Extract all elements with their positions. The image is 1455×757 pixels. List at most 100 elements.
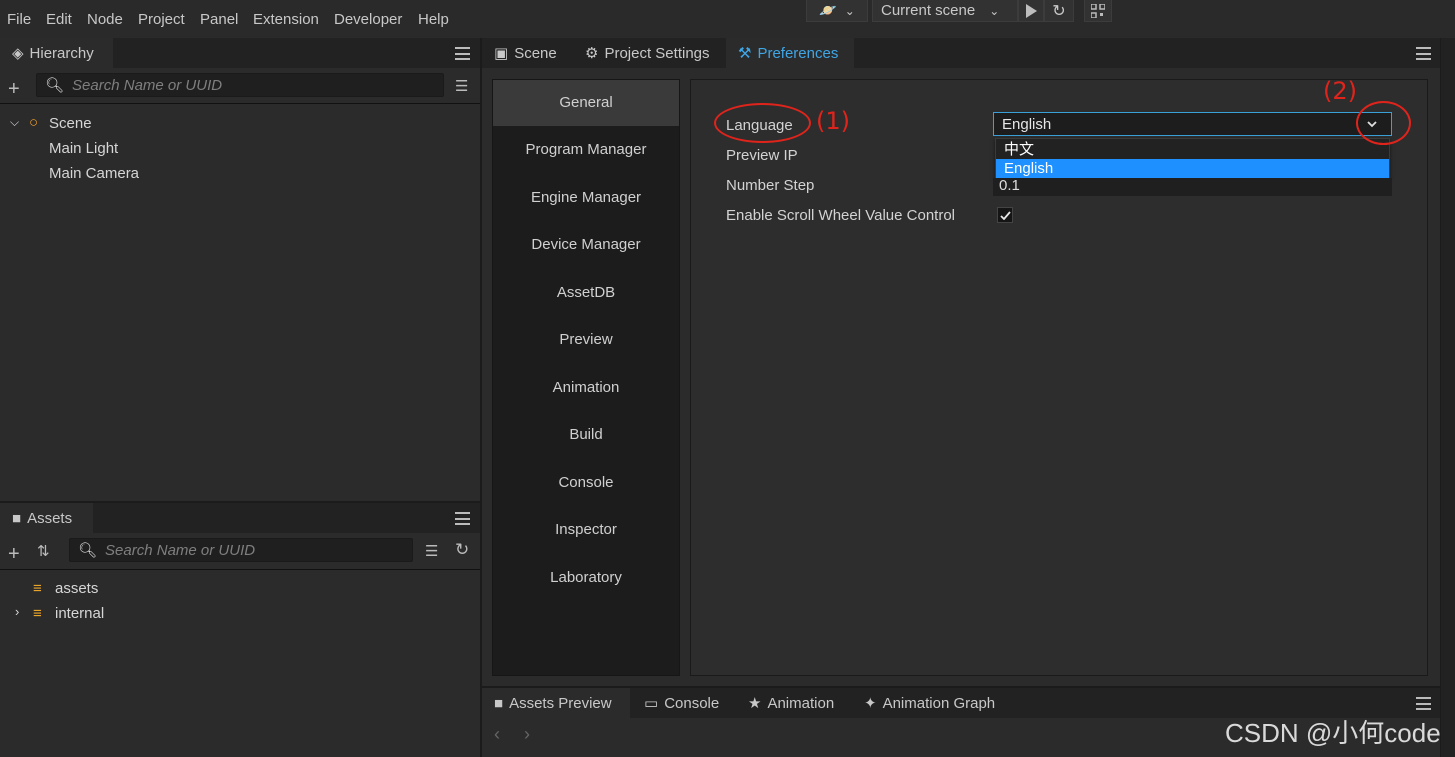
nav-preview[interactable]: Preview xyxy=(493,317,679,363)
search-icon: 🔍︎ xyxy=(78,542,98,559)
hierarchy-search-input[interactable] xyxy=(70,75,433,95)
nav-engine-manager[interactable]: Engine Manager xyxy=(493,175,679,221)
tab-project-settings-label: Project Settings xyxy=(604,44,710,62)
refresh-icon: ↻ xyxy=(1052,2,1066,20)
tab-console-label: Console xyxy=(664,694,720,712)
menu-bar: File Edit Node Project Panel Extension D… xyxy=(0,0,1455,38)
menu-developer[interactable]: Developer xyxy=(334,11,402,28)
tab-assets-label: Assets xyxy=(27,509,73,527)
tab-assets-preview[interactable]: ■ Assets Preview xyxy=(482,688,630,718)
center-tabstrip: ▣ Scene ⚙︎ Project Settings ⚒︎ Preferenc… xyxy=(482,38,1440,68)
scroll-wheel-checkbox[interactable] xyxy=(997,207,1013,223)
refresh-button[interactable]: ↻ xyxy=(1044,0,1074,22)
nav-assetdb[interactable]: AssetDB xyxy=(493,270,679,316)
tab-preferences[interactable]: ⚒︎ Preferences xyxy=(726,38,854,68)
panel-menu-icon[interactable] xyxy=(1416,697,1431,710)
language-select-value: English xyxy=(1002,116,1052,133)
panel-menu-icon[interactable] xyxy=(455,512,470,525)
menu-file[interactable]: File xyxy=(7,11,31,28)
menu-help[interactable]: Help xyxy=(418,11,449,28)
tab-hierarchy-label: Hierarchy xyxy=(29,44,94,62)
tree-item-main-camera[interactable]: Main Camera xyxy=(49,165,139,182)
back-arrow-icon[interactable]: ‹ xyxy=(494,724,500,745)
tab-console[interactable]: ▭ Console xyxy=(632,688,734,718)
tree-item-main-light[interactable]: Main Light xyxy=(49,140,118,157)
menu-panel[interactable]: Panel xyxy=(200,11,238,28)
tools-icon: ⚒︎ xyxy=(738,45,752,62)
terminal-icon: ▭ xyxy=(644,695,659,712)
tree-item-assets[interactable]: assets xyxy=(55,580,98,597)
gear-icon: ⚙︎ xyxy=(585,45,599,62)
folder-icon: ■ xyxy=(12,509,22,527)
qrcode-icon xyxy=(1091,3,1105,18)
assets-search[interactable]: 🔍︎ xyxy=(69,538,413,562)
hierarchy-tabstrip: ◈ Hierarchy xyxy=(0,38,480,68)
tab-assets-preview-label: Assets Preview xyxy=(509,694,612,712)
nav-build[interactable]: Build xyxy=(493,412,679,458)
language-option-en[interactable]: English xyxy=(996,159,1389,178)
nav-device-manager[interactable]: Device Manager xyxy=(493,222,679,268)
checkmark-icon xyxy=(999,210,1011,220)
add-asset-icon[interactable]: + xyxy=(8,543,20,566)
assets-panel: ■ Assets + ⇅ 🔍︎ ☰ ↻ ≡ assets › ≡ interna… xyxy=(0,503,480,757)
annotation-label-2: (2) xyxy=(1323,77,1357,105)
planet-icon: 🪐 xyxy=(819,2,837,18)
scene-select-label: Current scene xyxy=(881,2,976,19)
play-icon xyxy=(1026,3,1037,18)
scene-select[interactable]: Current scene ⌄ xyxy=(872,0,1018,22)
folder-icon: ■ xyxy=(494,694,504,712)
nav-general[interactable]: General xyxy=(493,80,679,126)
tab-assets[interactable]: ■ Assets xyxy=(0,503,93,533)
preferences-nav: General Program Manager Engine Manager D… xyxy=(492,79,680,676)
tab-animation[interactable]: ★ Animation xyxy=(736,688,850,718)
menu-extension[interactable]: Extension xyxy=(253,11,319,28)
tab-scene-label: Scene xyxy=(514,44,557,62)
tab-hierarchy[interactable]: ◈ Hierarchy xyxy=(0,38,113,68)
annotation-circle-1 xyxy=(714,103,811,143)
expand-internal-icon[interactable]: › xyxy=(15,604,19,619)
nav-inspector[interactable]: Inspector xyxy=(493,507,679,553)
number-step-input[interactable]: 0.1 xyxy=(993,177,1392,196)
add-node-icon[interactable]: + xyxy=(8,78,20,101)
menu-edit[interactable]: Edit xyxy=(46,11,72,28)
platform-select[interactable]: 🪐 ⌄ xyxy=(806,0,868,22)
hierarchy-search[interactable]: 🔍︎ xyxy=(36,73,444,97)
language-option-zh[interactable]: 中文 xyxy=(996,140,1389,159)
nav-program-manager[interactable]: Program Manager xyxy=(493,127,679,173)
nav-animation[interactable]: Animation xyxy=(493,365,679,411)
language-select[interactable]: English xyxy=(993,112,1392,136)
forward-arrow-icon[interactable]: › xyxy=(524,724,530,745)
menu-project[interactable]: Project xyxy=(138,11,185,28)
language-dropdown: 中文 English xyxy=(995,138,1390,178)
qrcode-button[interactable] xyxy=(1084,0,1112,22)
watermark: CSDN @小何code xyxy=(1225,718,1441,748)
chevron-down-icon: ⌄ xyxy=(844,3,855,18)
database-icon: ≡ xyxy=(33,580,42,597)
scroll-wheel-label: Enable Scroll Wheel Value Control xyxy=(726,207,956,224)
tab-scene[interactable]: ▣ Scene xyxy=(482,38,571,68)
number-step-label: Number Step xyxy=(726,177,815,194)
search-icon: 🔍︎ xyxy=(45,77,65,94)
panel-menu-icon[interactable] xyxy=(455,47,470,60)
toolbar: 🪐 ⌄ Current scene ⌄ ↻ xyxy=(806,0,1112,22)
tab-project-settings[interactable]: ⚙︎ Project Settings xyxy=(573,38,725,68)
filter-list-icon[interactable]: ☰ xyxy=(455,77,468,95)
filter-list-icon[interactable]: ☰ xyxy=(425,542,438,560)
tab-animation-graph[interactable]: ✦ Animation Graph xyxy=(852,688,1008,718)
menu-node[interactable]: Node xyxy=(87,11,123,28)
play-button[interactable] xyxy=(1018,0,1044,22)
hierarchy-panel: ◈ Hierarchy + 🔍︎ ☰ ⌵ ○ Scene Main Light … xyxy=(0,38,480,501)
panel-menu-icon[interactable] xyxy=(1416,47,1431,60)
assets-search-input[interactable] xyxy=(103,540,408,560)
sort-icon[interactable]: ⇅ xyxy=(37,542,50,560)
nav-laboratory[interactable]: Laboratory xyxy=(493,555,679,601)
tree-item-internal[interactable]: internal xyxy=(55,605,104,622)
tree-item-scene[interactable]: Scene xyxy=(49,115,92,132)
refresh-icon[interactable]: ↻ xyxy=(455,540,469,560)
expand-scene-icon[interactable]: ⌵ xyxy=(10,115,19,130)
preview-ip-label: Preview IP xyxy=(726,147,798,164)
nav-console[interactable]: Console xyxy=(493,460,679,506)
annotation-circle-2 xyxy=(1356,101,1411,145)
tab-preferences-label: Preferences xyxy=(757,44,839,62)
tab-animation-label: Animation xyxy=(767,694,835,712)
